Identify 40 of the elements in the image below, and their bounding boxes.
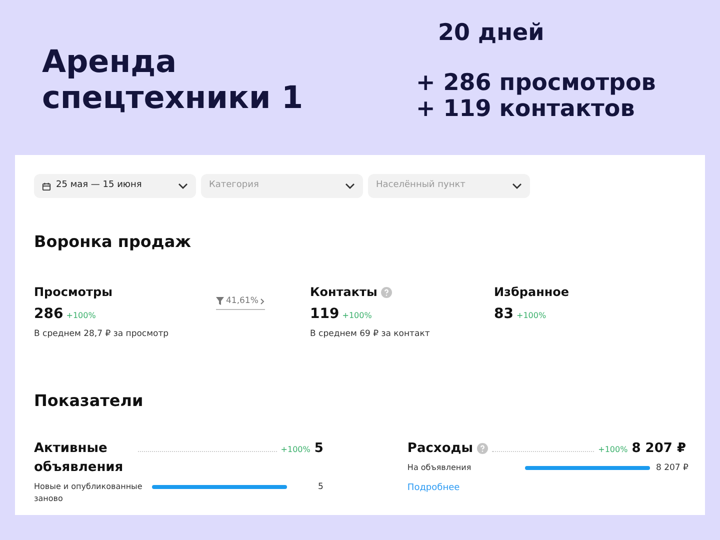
- section-title: Показатели: [34, 390, 144, 412]
- change-label: +100%: [280, 444, 310, 456]
- change-label: +100%: [342, 310, 372, 322]
- change-label: +100%: [598, 444, 628, 456]
- filter-select[interactable]: Населённый пункт: [368, 174, 530, 198]
- period-label: 20 дней: [438, 19, 546, 48]
- filter-icon: [216, 297, 224, 306]
- metric-label: Избранное: [494, 284, 570, 301]
- indicator-label: Активные объявления: [34, 440, 124, 477]
- chevron-down-icon: [178, 183, 188, 189]
- metric-note: В среднем 28,7 ₽ за просмотр: [34, 328, 170, 341]
- metric-label: Контакты: [310, 284, 378, 301]
- metric-value: 83: [494, 305, 514, 324]
- chevron-right-icon: [260, 298, 266, 305]
- calendar-icon: [42, 182, 51, 190]
- conversion-link[interactable]: 41,61%: [216, 295, 266, 310]
- indicator-label: Расходы: [407, 440, 473, 458]
- row-label: На объявления: [407, 462, 472, 474]
- gain-label: + 286 просмотров: [416, 70, 656, 96]
- help-icon[interactable]: [477, 442, 488, 454]
- help-icon[interactable]: [381, 286, 392, 298]
- row-value: 8 207 ₽: [656, 462, 686, 474]
- change-label: +100%: [66, 310, 96, 322]
- row-label: Новые и опубликованные заново: [34, 480, 144, 505]
- banner-title: Аренда спецтехники 1: [42, 44, 304, 116]
- filter-select[interactable]: Категория: [201, 174, 363, 198]
- chevron-down-icon: [512, 183, 522, 189]
- change-label: +100%: [516, 310, 546, 322]
- indicator-value: 5: [314, 440, 324, 458]
- section-title: Воронка продаж: [34, 231, 192, 253]
- date-range-select[interactable]: 25 мая — 15 июня: [34, 174, 196, 198]
- gain-label: + 119 контактов: [416, 96, 636, 122]
- metric-value: 119: [310, 305, 340, 324]
- indicator-value: 8 207 ₽: [632, 440, 686, 458]
- metric-label: Просмотры: [34, 284, 112, 301]
- chevron-down-icon: [345, 183, 355, 189]
- row-value: 5: [317, 480, 324, 493]
- more-link[interactable]: Подробнее: [407, 482, 686, 496]
- metric-note: В среднем 69 ₽ за контакт: [310, 328, 431, 341]
- metric-value: 286: [34, 305, 64, 324]
